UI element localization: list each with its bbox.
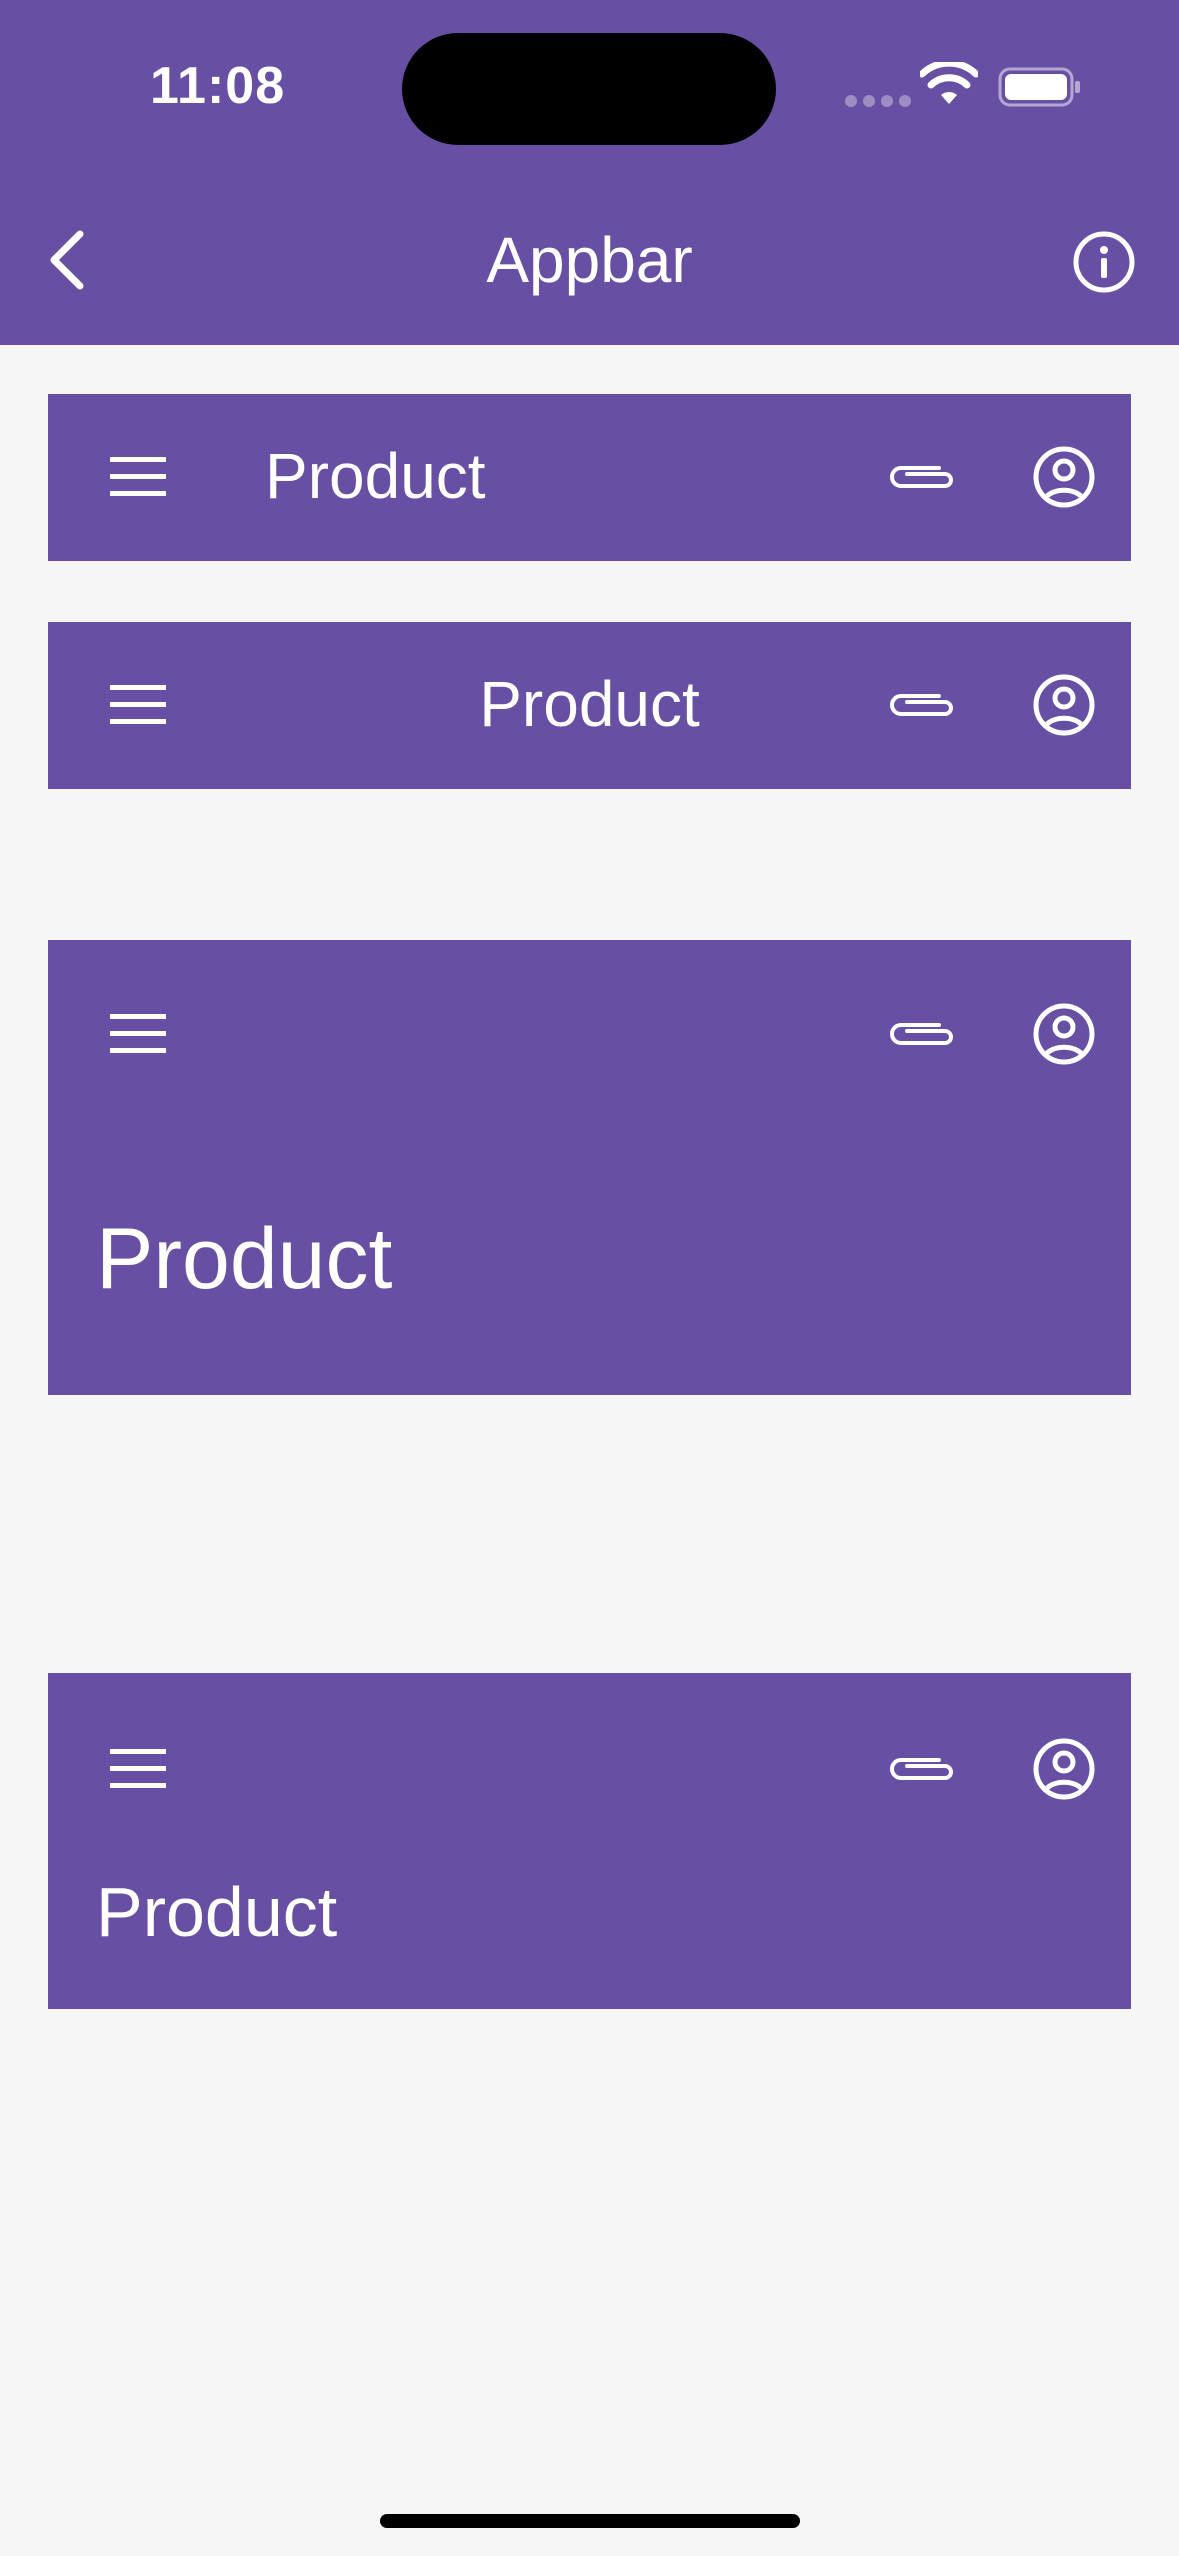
menu-button[interactable]: [98, 994, 178, 1074]
appbar-title: Product: [479, 668, 700, 740]
appbar-medium: Product: [48, 1673, 1131, 2009]
appbar-title: Product: [265, 440, 486, 512]
account-button[interactable]: [1024, 437, 1104, 517]
dynamic-island: [402, 33, 776, 145]
paperclip-icon: [890, 1023, 953, 1045]
appbar-title: Product: [96, 1873, 338, 1951]
menu-icon: [110, 1014, 166, 1053]
info-button[interactable]: [1070, 228, 1138, 296]
battery-icon: [998, 67, 1080, 107]
attach-button[interactable]: [878, 437, 966, 517]
menu-icon: [110, 457, 166, 496]
appbar-small: Product: [48, 394, 1131, 561]
appbar-title: Product: [96, 1211, 393, 1307]
info-icon: [1073, 231, 1135, 293]
account-button[interactable]: [1024, 665, 1104, 745]
account-circle-icon: [1033, 674, 1095, 736]
status-time: 11:08: [150, 57, 286, 115]
cellular-signal-icon: [845, 95, 911, 107]
account-button[interactable]: [1024, 1729, 1104, 1809]
paperclip-icon: [890, 466, 953, 488]
paperclip-icon: [890, 1758, 953, 1780]
account-circle-icon: [1033, 1003, 1095, 1065]
account-button[interactable]: [1024, 994, 1104, 1074]
appbar-large: Product: [48, 940, 1131, 1395]
attach-button[interactable]: [878, 1729, 966, 1809]
menu-button[interactable]: [98, 437, 178, 517]
appbar-center-aligned: Product: [48, 622, 1131, 789]
attach-button[interactable]: [878, 994, 966, 1074]
menu-button[interactable]: [98, 1729, 178, 1809]
account-circle-icon: [1033, 1738, 1095, 1800]
wifi-icon: [920, 62, 978, 104]
menu-icon: [110, 1749, 166, 1788]
account-circle-icon: [1033, 446, 1095, 508]
home-indicator: [380, 2514, 800, 2528]
page-title: Appbar: [486, 224, 693, 296]
header: 11:08 Appbar: [0, 0, 1179, 345]
paperclip-icon: [890, 694, 953, 716]
attach-button[interactable]: [878, 665, 966, 745]
